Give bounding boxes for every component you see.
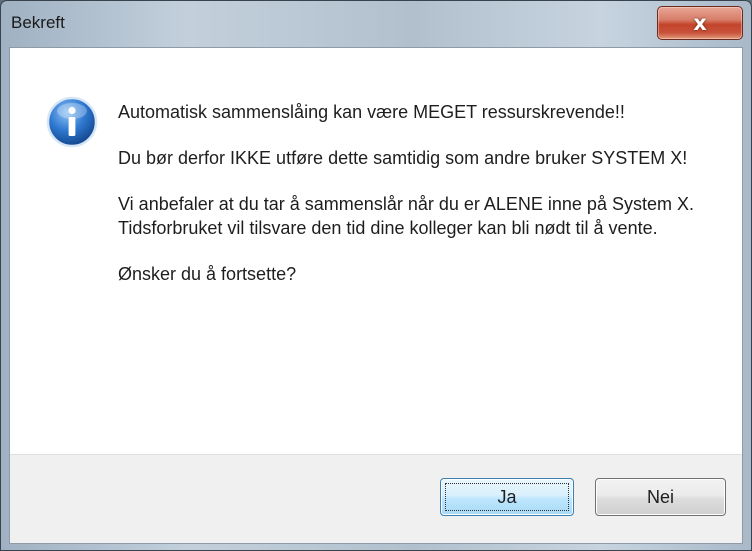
message-paragraph: Du bør derfor IKKE utføre dette samtidig… [118,148,688,168]
yes-button[interactable]: Ja [440,478,574,516]
no-button-label: Nei [646,486,674,507]
no-button[interactable]: Nei [595,478,726,516]
dialog-message: Automatisk sammenslåing kan være MEGET r… [118,100,718,308]
dialog-window: Bekreft x Automatisk sammenslåing kan væ… [0,0,752,551]
focus-indicator [445,483,569,511]
message-paragraph: Automatisk sammenslåing kan være MEGET r… [118,102,625,122]
window-title: Bekreft [11,13,65,32]
dialog-content: Automatisk sammenslåing kan være MEGET r… [9,47,743,544]
close-icon: x [693,10,707,35]
close-button[interactable]: x [657,6,743,40]
message-question: Ønsker du å fortsette? [118,264,297,284]
button-bar: Ja Nei [10,454,742,543]
message-paragraph: Vi anbefaler at du tar å sammenslår når … [118,194,694,238]
info-icon [46,96,98,148]
title-bar[interactable]: Bekreft x [1,1,751,47]
